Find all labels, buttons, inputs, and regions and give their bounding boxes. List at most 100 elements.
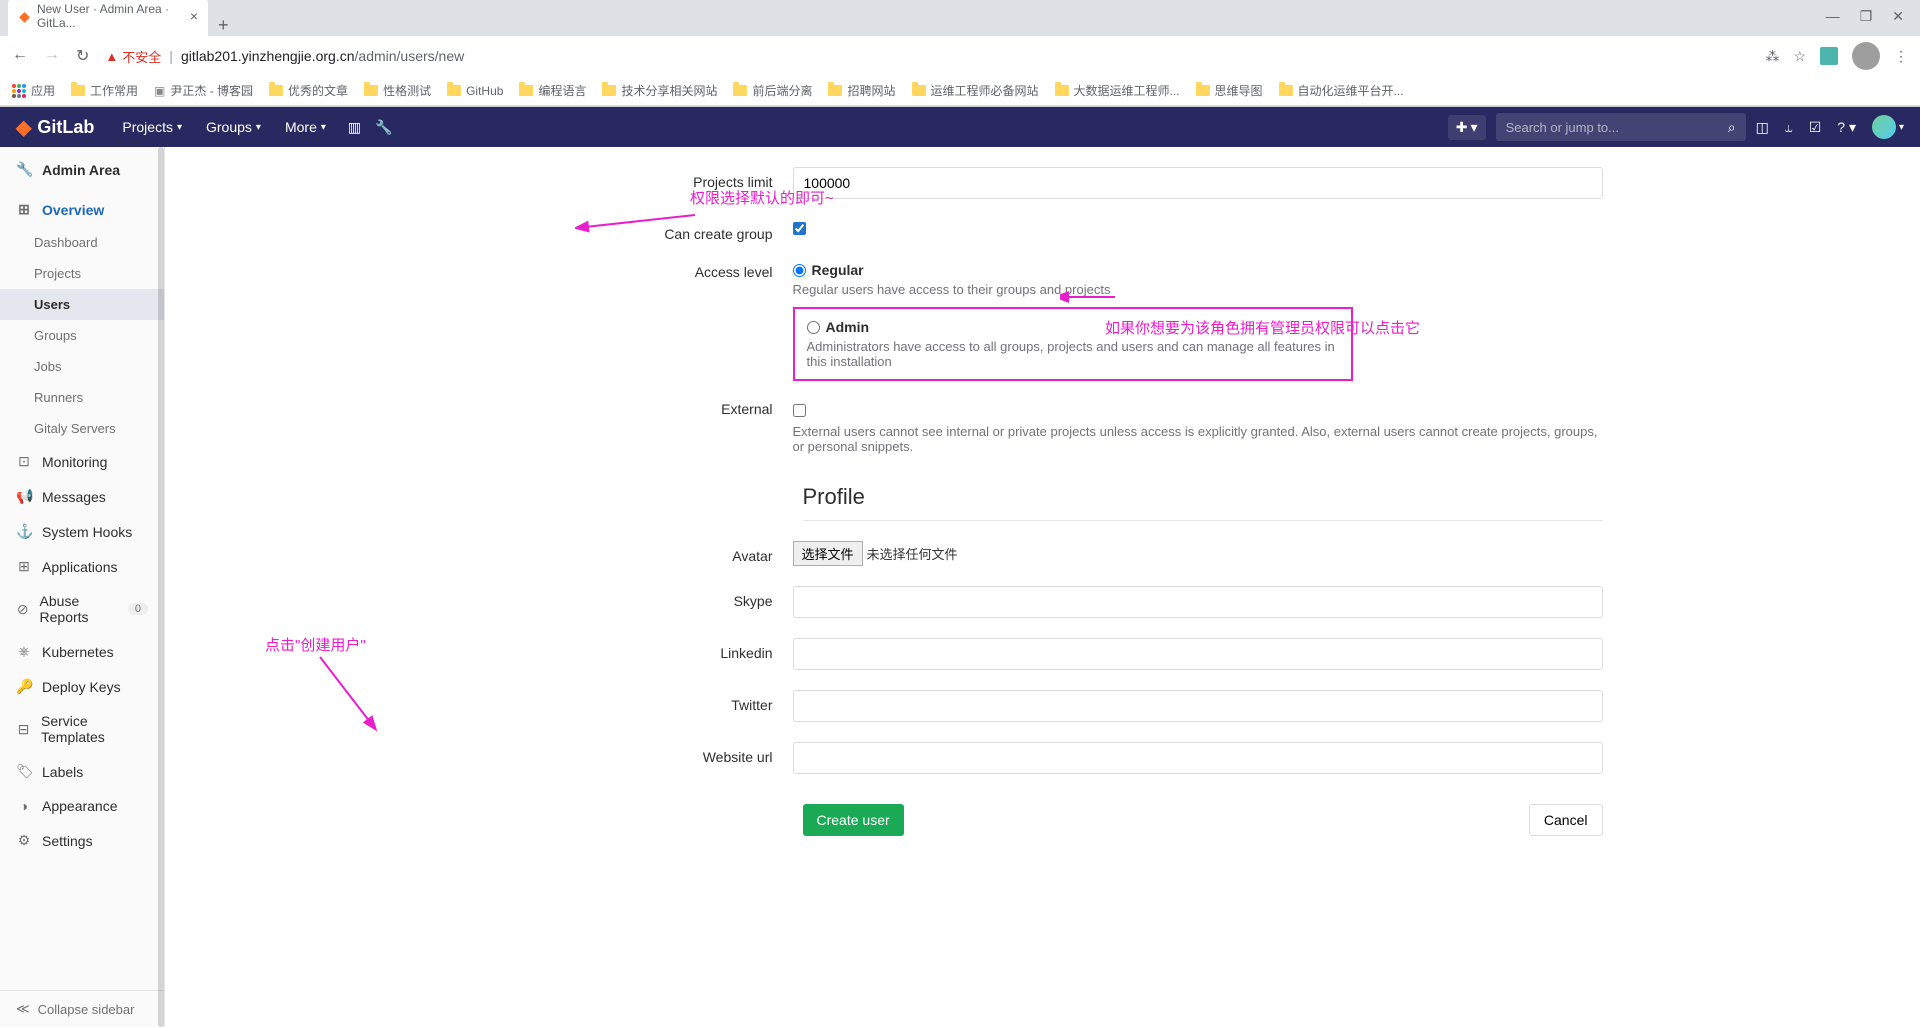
bookmark-item[interactable]: ▣尹正杰 - 博客园 [154,82,253,99]
template-icon: ⊟ [16,721,31,738]
search-icon[interactable]: ⌕ [1728,119,1736,136]
cancel-button[interactable]: Cancel [1529,804,1603,836]
regular-label: Regular [812,262,864,278]
sidebar-item-runners[interactable]: Runners [0,382,164,413]
sidebar-header: 🔧 Admin Area [0,147,164,192]
can-create-group-checkbox[interactable] [793,222,806,235]
bookmark-item[interactable]: 自动化运维平台开... [1279,82,1404,99]
sidebar-item-monitoring[interactable]: ⊡Monitoring [0,444,164,479]
skype-input[interactable] [793,586,1603,618]
issues-icon[interactable]: ◫ [1756,119,1769,136]
file-status: 未选择任何文件 [867,547,958,562]
website-input[interactable] [793,742,1603,774]
sidebar-item-overview[interactable]: ⊞Overview [0,192,164,227]
gitlab-brand[interactable]: ◆ GitLab [16,115,94,140]
merge-request-icon[interactable]: ⥿ [1785,119,1793,136]
chevron-down-icon: ▾ [321,122,326,133]
apps-icon: ⊞ [16,558,32,575]
bookmark-item[interactable]: 前后端分离 [733,82,812,99]
gitlab-navbar: ◆ GitLab Projects▾ Groups▾ More▾ ▥ 🔧 ✚▾ … [0,107,1920,147]
reload-icon[interactable]: ↻ [76,46,89,66]
help-icon[interactable]: ? ▾ [1837,119,1856,136]
access-regular-radio[interactable] [793,264,806,277]
bookmarks-bar: 应用 工作常用 ▣尹正杰 - 博客园 优秀的文章 性格测试 GitHub 编程语… [0,76,1920,106]
sidebar-item-users[interactable]: Users [0,289,164,320]
close-window-icon[interactable]: ✕ [1892,8,1904,25]
bookmark-item[interactable]: 性格测试 [364,82,431,99]
projects-limit-input[interactable] [793,167,1603,199]
sidebar-item-system-hooks[interactable]: ⚓System Hooks [0,514,164,549]
nav-more[interactable]: More▾ [277,115,334,139]
apps-shortcut[interactable]: 应用 [12,82,55,99]
tab-close-icon[interactable]: × [190,8,198,24]
twitter-label: Twitter [643,690,793,713]
appearance-icon: ◑ [16,798,32,814]
sidebar-item-jobs[interactable]: Jobs [0,351,164,382]
new-tab-button[interactable]: + [208,15,239,36]
sidebar-item-service-templates[interactable]: ⊟Service Templates [0,704,164,754]
maximize-icon[interactable]: ❐ [1860,8,1873,25]
megaphone-icon: 📢 [16,488,32,505]
sidebar-item-messages[interactable]: 📢Messages [0,479,164,514]
sidebar-item-applications[interactable]: ⊞Applications [0,549,164,584]
avatar-label: Avatar [643,541,793,564]
minimize-icon[interactable]: — [1826,8,1840,25]
sidebar-item-projects[interactable]: Projects [0,258,164,289]
bookmark-item[interactable]: 大数据运维工程师... [1055,82,1180,99]
overview-icon: ⊞ [16,201,32,218]
access-admin-radio[interactable] [807,321,820,334]
translate-icon[interactable]: ⁂ [1765,48,1779,65]
external-checkbox[interactable] [793,404,806,417]
bookmark-item[interactable]: 运维工程师必备网站 [912,82,1039,99]
sidebar-item-dashboard[interactable]: Dashboard [0,227,164,258]
linkedin-input[interactable] [793,638,1603,670]
sidebar-item-appearance[interactable]: ◑Appearance [0,789,164,823]
bookmark-item[interactable]: GitHub [447,84,503,98]
url-field[interactable]: ▲ 不安全 | gitlab201.yinzhengjie.org.cn/adm… [105,47,1749,66]
sidebar-item-gitaly[interactable]: Gitaly Servers [0,413,164,444]
nav-projects[interactable]: Projects▾ [114,115,190,139]
sidebar-item-settings[interactable]: ⚙Settings [0,823,164,858]
browser-chrome: ◆ New User · Admin Area · GitLa... × + —… [0,0,1920,107]
user-menu[interactable]: ▾ [1872,115,1904,139]
sidebar-item-deploy-keys[interactable]: 🔑Deploy Keys [0,669,164,704]
new-dropdown[interactable]: ✚▾ [1448,115,1486,140]
collapse-sidebar[interactable]: ≪Collapse sidebar [0,990,164,1027]
linkedin-label: Linkedin [643,638,793,661]
external-help-text: External users cannot see internal or pr… [793,424,1603,454]
bookmark-item[interactable]: 工作常用 [71,82,138,99]
star-icon[interactable]: ☆ [1793,48,1806,65]
access-level-label: Access level [643,262,793,280]
choose-file-button[interactable]: 选择文件 [793,541,863,566]
activity-icon[interactable]: ▥ [348,119,361,136]
browser-tab[interactable]: ◆ New User · Admin Area · GitLa... × [8,0,208,36]
bookmark-item[interactable]: 思维导图 [1196,82,1263,99]
profile-section-title: Profile [803,484,1603,510]
search-input[interactable] [1506,120,1728,135]
wrench-icon[interactable]: 🔧 [375,119,392,136]
bookmark-item[interactable]: 招聘网站 [828,82,895,99]
insecure-badge: ▲ 不安全 [105,47,161,66]
sidebar-item-groups[interactable]: Groups [0,320,164,351]
nav-groups[interactable]: Groups▾ [198,115,269,139]
bookmark-item[interactable]: 优秀的文章 [269,82,348,99]
chevron-left-icon: ≪ [16,1001,30,1017]
global-search[interactable]: ⌕ [1496,113,1746,141]
create-user-button[interactable]: Create user [803,804,904,836]
sidebar-item-kubernetes[interactable]: ⎈Kubernetes [0,634,164,669]
twitter-input[interactable] [793,690,1603,722]
chevron-down-icon: ▾ [177,122,182,133]
bookmark-item[interactable]: 编程语言 [519,82,586,99]
main-content: Projects limit Can create group Access l… [165,147,1920,1027]
forward-icon[interactable]: → [44,46,60,66]
scrollbar[interactable] [158,147,164,1027]
sidebar-item-abuse[interactable]: ⊘Abuse Reports0 [0,584,164,634]
bookmark-item[interactable]: 技术分享相关网站 [602,82,717,99]
profile-avatar[interactable] [1852,42,1880,70]
kebab-menu-icon[interactable]: ⋮ [1894,48,1908,65]
todos-icon[interactable]: ☑ [1809,119,1822,136]
tag-icon: 🏷 [16,763,32,780]
back-icon[interactable]: ← [12,46,28,66]
sidebar-item-labels[interactable]: 🏷Labels [0,754,164,789]
extension-icon[interactable] [1820,47,1838,65]
